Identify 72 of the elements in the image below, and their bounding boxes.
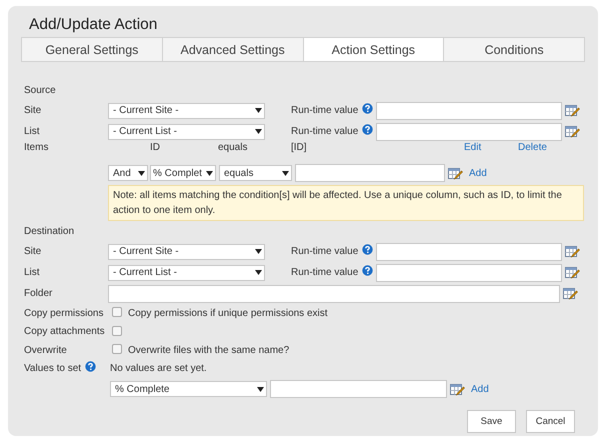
field-label: Site	[24, 246, 42, 257]
caret-icon	[254, 129, 262, 134]
help-icon[interactable]	[362, 244, 374, 254]
caret-icon	[138, 170, 144, 176]
input-field[interactable]	[376, 122, 562, 140]
dropdown[interactable]: % Complet	[150, 165, 216, 181]
dropdown[interactable]: equals	[219, 165, 292, 181]
input-field[interactable]	[376, 102, 562, 120]
column-header: ID	[150, 142, 161, 153]
column-header: [ID]	[291, 142, 308, 153]
table-pencil-icon[interactable]	[450, 382, 465, 396]
dialog-button[interactable]: Save	[467, 410, 516, 433]
dropdown[interactable]: - Current List -	[108, 124, 265, 140]
checkbox-label: Copy permissions if unique permissions exist	[128, 308, 328, 319]
tab[interactable]: Conditions	[444, 38, 584, 61]
dropdown[interactable]: - Current List -	[108, 264, 265, 280]
field-label: Overwrite	[24, 344, 68, 356]
table-pencil-icon[interactable]	[448, 166, 463, 180]
checkbox[interactable]	[112, 307, 122, 318]
edit-link[interactable]: Edit	[464, 142, 518, 153]
add-link[interactable]: Add	[469, 168, 487, 178]
dialog-title: Add/Update Action	[29, 16, 158, 34]
help-icon[interactable]	[362, 102, 374, 114]
field-label: Copy permissions	[24, 308, 104, 319]
field-label: Run-time value	[291, 105, 358, 116]
field-label: Copy attachments	[24, 326, 106, 338]
section-heading: Destination	[24, 225, 76, 239]
field-label: Values to set	[24, 363, 82, 374]
field-label: Items	[24, 142, 50, 153]
table-pencil-icon[interactable]	[565, 125, 580, 138]
input-field[interactable]	[295, 164, 445, 182]
input-field[interactable]	[108, 284, 560, 302]
empty-message: No values are set yet.	[110, 363, 207, 374]
checkbox[interactable]	[112, 326, 122, 336]
checkbox-label: Overwrite files with the same name?	[128, 344, 290, 356]
table-pencil-icon[interactable]	[565, 104, 580, 117]
delete-link[interactable]: Delete	[518, 142, 547, 153]
field-label: Site	[24, 105, 42, 116]
input-field[interactable]	[270, 380, 447, 398]
caret-icon	[254, 270, 262, 275]
caret-icon	[254, 108, 262, 113]
help-icon[interactable]	[362, 124, 374, 134]
dialog-button[interactable]: Cancel	[526, 410, 575, 433]
field-label: Folder	[24, 288, 54, 299]
table-pencil-icon[interactable]	[563, 287, 578, 300]
caret-icon	[282, 170, 288, 176]
help-icon[interactable]	[85, 360, 96, 372]
caret-icon	[256, 386, 264, 392]
tab[interactable]: General Settings	[22, 38, 163, 61]
caret-icon	[206, 170, 212, 176]
field-label: List	[24, 267, 41, 278]
checkbox[interactable]	[112, 344, 122, 354]
tab[interactable]: Advanced Settings	[162, 38, 304, 61]
input-field[interactable]	[376, 264, 562, 282]
dropdown[interactable]: - Current Site -	[108, 102, 265, 118]
add-link[interactable]: Add	[471, 384, 489, 394]
help-icon[interactable]	[362, 264, 374, 276]
dropdown[interactable]: % Complete	[110, 381, 267, 397]
column-header: equals	[218, 142, 248, 153]
input-field[interactable]	[376, 242, 562, 260]
caret-icon	[254, 249, 262, 254]
field-label: Run-time value	[291, 267, 358, 278]
table-pencil-icon[interactable]	[565, 266, 580, 279]
tab[interactable]: Action Settings	[304, 38, 444, 61]
table-pencil-icon[interactable]	[565, 245, 580, 258]
field-label: Run-time value	[291, 126, 358, 137]
section-heading: Source	[24, 84, 57, 98]
dropdown[interactable]: - Current Site -	[108, 244, 265, 260]
note-message: Note: all items matching the condition[s] will be affected. Use a unique column, such as ID, to limit the action to one item only.	[108, 185, 584, 221]
field-label: List	[24, 126, 41, 137]
dropdown[interactable]: And	[108, 165, 148, 181]
field-label: Run-time value	[291, 246, 358, 257]
